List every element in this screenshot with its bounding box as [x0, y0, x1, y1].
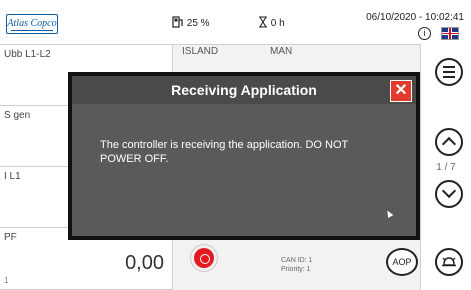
- stop-button[interactable]: [190, 244, 218, 272]
- aop-button[interactable]: AOP: [386, 248, 418, 276]
- alarm-bell-icon: [442, 257, 456, 267]
- alarm-button[interactable]: [435, 248, 463, 276]
- chevron-up-icon: [441, 136, 457, 152]
- power-factor-value: 0,00: [125, 252, 164, 274]
- fuel-icon: [172, 16, 183, 28]
- fuel-level-value: 25 %: [186, 18, 210, 29]
- can-id: CAN ID: 1: [281, 257, 313, 264]
- fuel-status: 25 %: [172, 16, 210, 29]
- uk-flag-icon[interactable]: [441, 27, 459, 40]
- mode-island: ISLAND: [182, 46, 219, 57]
- panel-label: Ubb L1-L2: [4, 49, 51, 60]
- right-nav: 1 / 7: [420, 44, 471, 290]
- controller-screen: Atlas Copco 25 % 0 h 06/10/2020 - 10:02:…: [0, 0, 471, 290]
- chevron-down-icon: [441, 183, 457, 199]
- info-icon[interactable]: i: [418, 27, 431, 40]
- page-down-button[interactable]: [435, 180, 463, 208]
- top-bar: Atlas Copco 25 % 0 h 06/10/2020 - 10:02:…: [0, 0, 471, 45]
- close-button[interactable]: ✕: [390, 80, 412, 102]
- run-hours-value: 0 h: [270, 18, 285, 29]
- date-time: 06/10/2020 - 10:02:41: [366, 12, 464, 23]
- mode-man: MAN: [270, 46, 293, 57]
- dialog-title: Receiving Application: [72, 76, 416, 104]
- can-info: CAN ID: 1 Priority: 1: [281, 256, 313, 274]
- panel-label: PF: [4, 232, 17, 243]
- runhours-status: 0 h: [258, 16, 285, 29]
- page-up-button[interactable]: [435, 128, 463, 156]
- atlas-copco-logo: Atlas Copco: [6, 14, 58, 34]
- page-indicator: 1 / 7: [436, 162, 456, 173]
- stop-button-icon: [194, 248, 214, 268]
- hourglass-icon: [259, 16, 267, 28]
- can-priority: Priority: 1: [281, 266, 311, 273]
- panel-label: S gen: [4, 110, 31, 121]
- menu-button[interactable]: [435, 58, 463, 86]
- panel-label: I L1: [4, 171, 21, 182]
- mouse-cursor-icon: [384, 208, 394, 219]
- panel-small-value: 1: [4, 276, 9, 285]
- dialog-message: The controller is receiving the applicat…: [100, 139, 349, 165]
- receiving-application-dialog: Receiving Application ✕ The controller i…: [68, 72, 420, 240]
